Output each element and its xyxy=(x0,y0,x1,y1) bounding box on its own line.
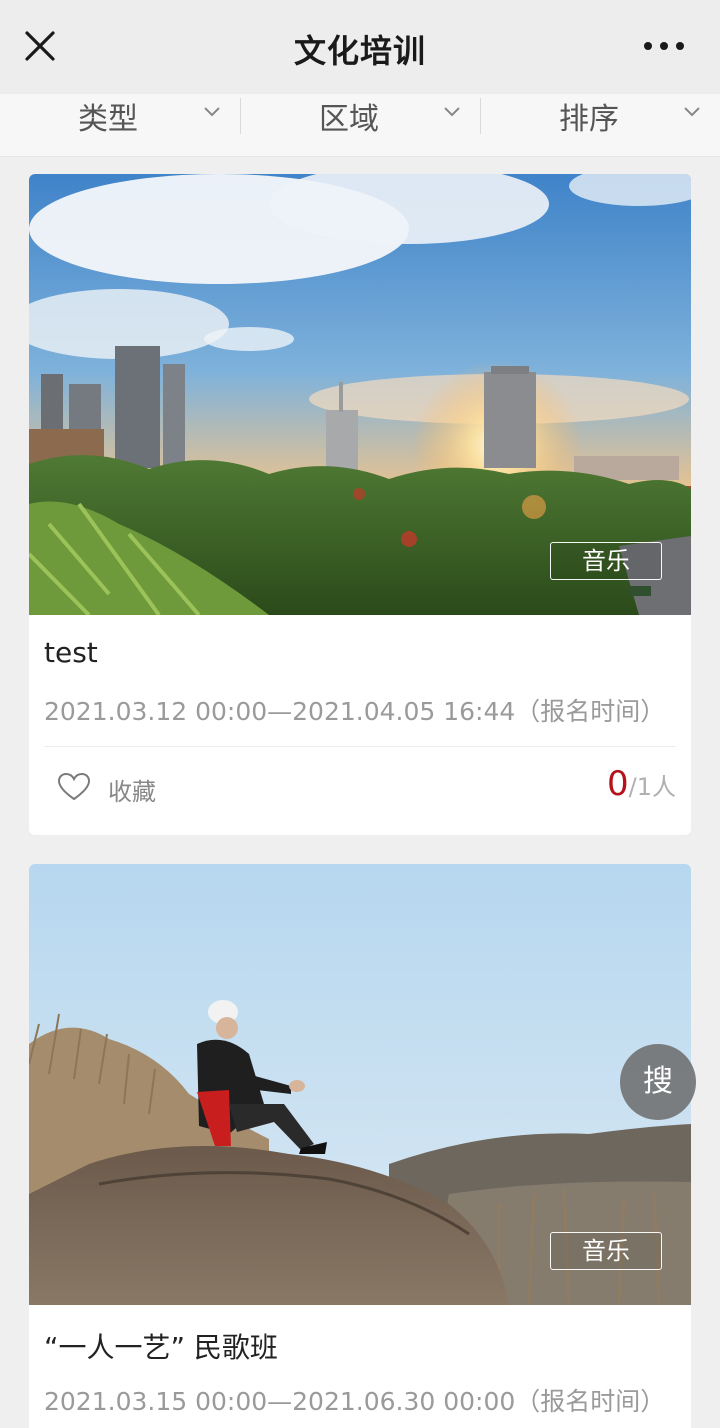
capacity: /1人 xyxy=(628,773,676,801)
course-title[interactable]: “一人一艺” 民歌班 xyxy=(44,1326,278,1366)
filter-area-label: 区域 xyxy=(319,102,379,137)
category-tag: 音乐 xyxy=(550,542,662,580)
filter-bar: 类型 区域 排序 xyxy=(0,94,720,157)
floating-search-button[interactable]: 搜 xyxy=(620,1044,696,1120)
favorite-label: 收藏 xyxy=(108,778,156,806)
enrolled-count: 0 xyxy=(607,764,629,804)
page-title: 文化培训 xyxy=(293,32,426,70)
close-icon[interactable] xyxy=(22,28,58,64)
course-title[interactable]: test xyxy=(44,636,98,669)
category-tag: 音乐 xyxy=(550,1232,662,1270)
chevron-down-icon xyxy=(444,107,460,117)
filter-sort[interactable]: 排序 xyxy=(480,94,720,138)
heart-icon xyxy=(57,772,91,801)
filter-type[interactable]: 类型 xyxy=(0,94,240,138)
filter-area[interactable]: 区域 xyxy=(240,94,480,138)
chevron-down-icon xyxy=(684,107,700,117)
top-nav-bar: 文化培训 xyxy=(0,0,720,94)
enrollment-count: 0/1人 xyxy=(607,764,676,804)
more-dots-icon[interactable] xyxy=(640,36,688,56)
course-card[interactable]: 音乐 “一人一艺” 民歌班 2021.03.15 00:00—2021.06.3… xyxy=(29,864,691,1428)
registration-time: 2021.03.12 00:00—2021.04.05 16:44（报名时间） xyxy=(44,697,666,726)
registration-time: 2021.03.15 00:00—2021.06.30 00:00（报名时间） xyxy=(44,1387,666,1416)
divider xyxy=(44,746,676,747)
filter-sort-label: 排序 xyxy=(559,102,619,137)
chevron-down-icon xyxy=(204,107,220,117)
favorite-button[interactable]: 收藏 xyxy=(57,770,197,806)
course-card[interactable]: 音乐 test 2021.03.12 00:00—2021.04.05 16:4… xyxy=(29,174,691,835)
filter-type-label: 类型 xyxy=(78,102,138,137)
